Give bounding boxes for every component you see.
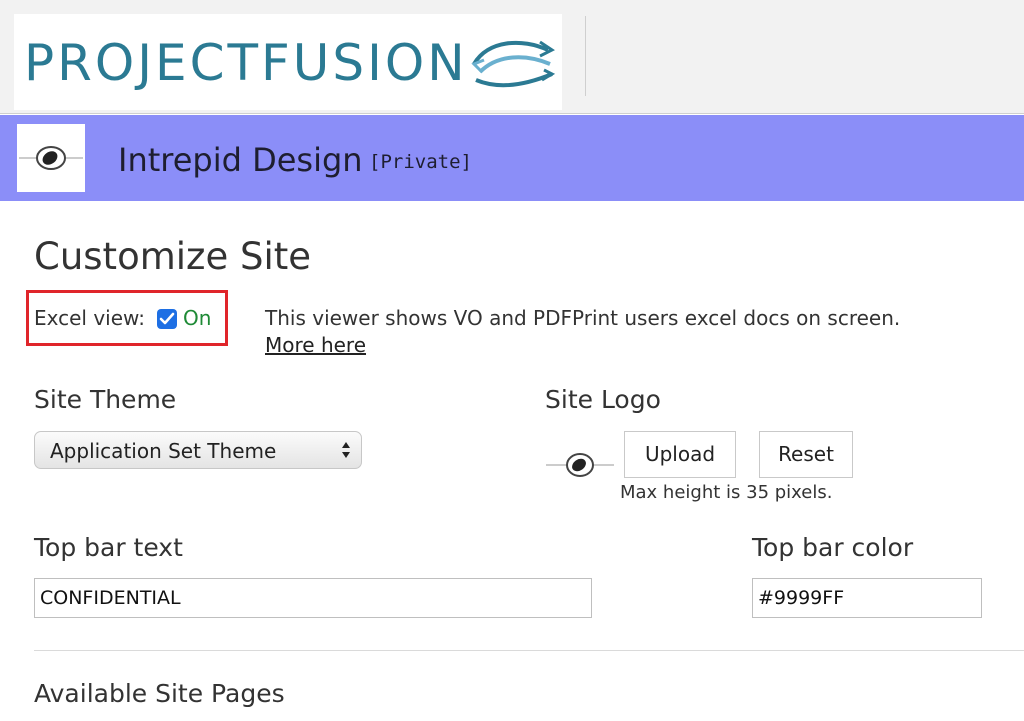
site-bar: Intrepid Design [Private] <box>0 115 1024 201</box>
top-bar-color-label: Top bar color <box>752 533 914 562</box>
logo-max-height-hint: Max height is 35 pixels. <box>620 482 833 503</box>
site-logo-preview-icon <box>546 453 614 477</box>
excel-view-checkbox[interactable] <box>157 309 177 329</box>
header-divider <box>585 16 586 96</box>
available-site-pages-label: Available Site Pages <box>34 679 285 708</box>
section-divider <box>34 650 1024 651</box>
excel-view-description: This viewer shows VO and PDFPrint users … <box>265 306 901 330</box>
site-logo-label: Site Logo <box>545 385 661 414</box>
site-title: Intrepid Design <box>118 141 363 179</box>
page-title: Customize Site <box>34 235 312 278</box>
excel-view-label: Excel view: <box>34 306 146 330</box>
site-privacy-label: [Private] <box>369 151 472 173</box>
site-theme-selected-value: Application Set Theme <box>50 439 277 463</box>
more-here-link[interactable]: More here <box>265 332 366 358</box>
site-theme-select[interactable]: Application Set Theme <box>34 431 362 469</box>
site-logo-thumbnail <box>17 124 85 192</box>
top-bar-text-label: Top bar text <box>34 533 183 562</box>
excel-view-state: On <box>183 306 212 330</box>
site-logo-thumbnail-icon <box>19 146 83 170</box>
upload-button[interactable]: Upload <box>624 431 736 478</box>
site-theme-label: Site Theme <box>34 385 177 414</box>
top-bar-text-input[interactable]: CONFIDENTIAL <box>34 578 592 618</box>
projectfusion-logo[interactable]: PROJECTFUSION <box>14 14 562 110</box>
app-header: PROJECTFUSION <box>0 0 1024 114</box>
checkmark-icon <box>159 312 175 325</box>
select-arrows-icon <box>342 442 350 458</box>
top-bar-color-input[interactable]: #9999FF <box>752 578 982 618</box>
projectfusion-swirl-icon <box>471 40 556 88</box>
logo-text: PROJECTFUSION <box>24 34 468 92</box>
reset-button[interactable]: Reset <box>759 431 853 478</box>
